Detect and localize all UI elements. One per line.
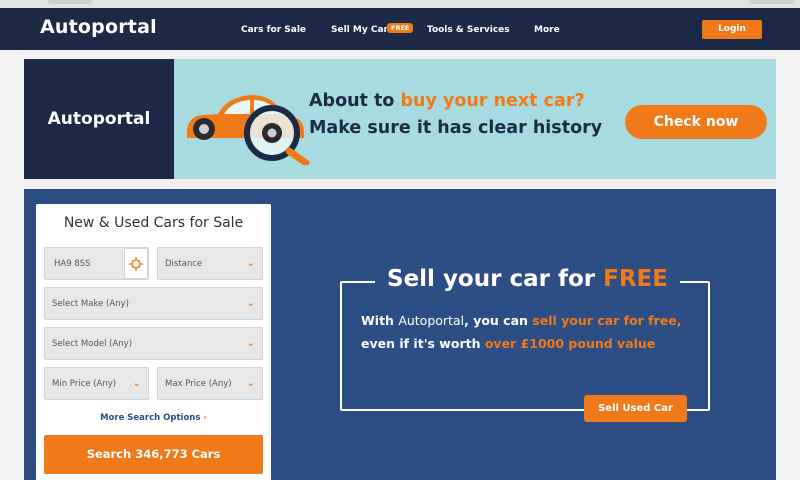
nav-more[interactable]: More: [534, 25, 560, 35]
sell-used-car-button[interactable]: Sell Used Car: [584, 395, 687, 422]
chevron-right-icon: ›: [203, 413, 207, 423]
make-select[interactable]: Select Make (Any) ⌄: [44, 287, 263, 320]
history-check-banner[interactable]: Autoportal About to buy your next car? M…: [24, 59, 776, 179]
max-price-select[interactable]: Max Price (Any) ⌄: [157, 367, 263, 400]
location-crosshair-button[interactable]: [124, 248, 148, 279]
sell-promo-line2: even if it's worth over £1000 pound valu…: [361, 336, 656, 351]
nav-sell-my-car[interactable]: Sell My Car: [331, 25, 388, 35]
navbar: Autoportal Cars for Sale Sell My Car FRE…: [0, 8, 800, 50]
location-crosshair-icon: [129, 257, 143, 271]
sell-promo-line1: With Autoportal, you can sell your car f…: [361, 313, 682, 328]
min-price-select[interactable]: Min Price (Any) ⌄: [44, 367, 149, 400]
banner-logo: Autoportal: [24, 59, 174, 179]
free-badge: FREE: [387, 23, 414, 33]
banner-subline: Make sure it has clear history: [309, 118, 603, 138]
model-select[interactable]: Select Model (Any) ⌄: [44, 327, 263, 360]
login-button[interactable]: Login: [702, 20, 762, 39]
chevron-down-icon: ⌄: [246, 298, 255, 309]
sell-promo-title: Sell your car for FREE: [375, 266, 680, 292]
distance-select[interactable]: Distance ⌄: [157, 247, 263, 280]
tab-nub: [750, 0, 794, 4]
chevron-down-icon: ⌄: [246, 378, 255, 389]
tab-nub: [48, 0, 92, 4]
nav-tools-services[interactable]: Tools & Services: [427, 25, 510, 35]
chevron-down-icon: ⌄: [246, 338, 255, 349]
chevron-down-icon: ⌄: [246, 258, 255, 269]
car-magnifier-illustration: [187, 95, 310, 165]
search-cars-button[interactable]: Search 346,773 Cars: [44, 435, 263, 474]
banner-headline: About to buy your next car?: [309, 91, 585, 111]
nav-cars-for-sale[interactable]: Cars for Sale: [241, 25, 306, 35]
search-panel-title: New & Used Cars for Sale: [63, 215, 244, 231]
brand-logo[interactable]: Autoportal: [40, 16, 157, 38]
more-search-options-link[interactable]: More Search Options ›: [36, 413, 271, 423]
check-now-button[interactable]: Check now: [625, 105, 767, 139]
chevron-down-icon: ⌄: [132, 378, 141, 389]
browser-top-strip: [0, 0, 800, 8]
